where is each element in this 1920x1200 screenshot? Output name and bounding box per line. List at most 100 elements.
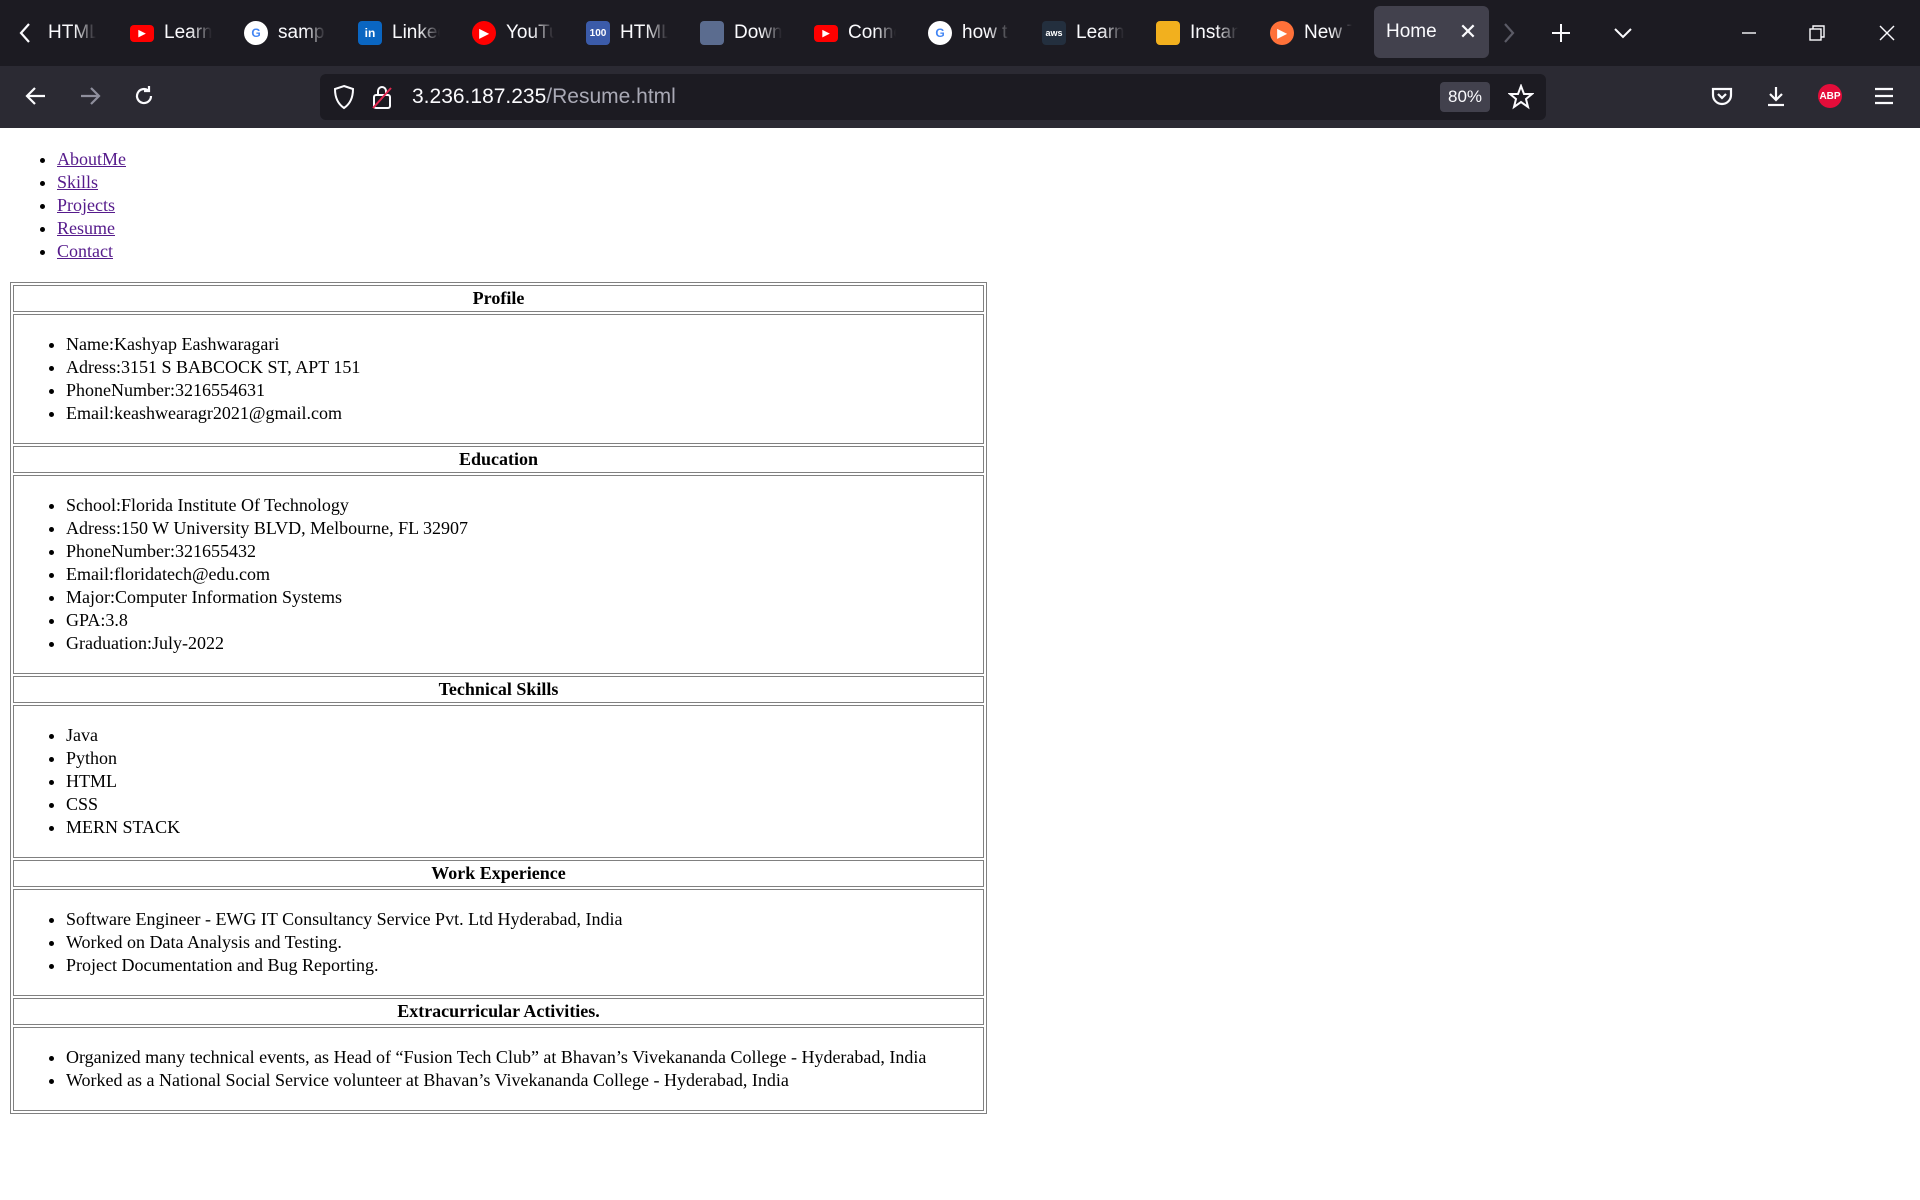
arrow-right-icon <box>81 87 101 105</box>
chevron-right-icon <box>1504 23 1515 43</box>
tab-3[interactable]: in Linked <box>358 0 440 66</box>
tab-8[interactable]: Ghow t <box>928 0 1010 66</box>
section-list: School:Florida Institute Of TechnologyAd… <box>14 494 983 655</box>
list-item: Major:Computer Information Systems <box>66 586 983 609</box>
section-body: Software Engineer - EWG IT Consultancy S… <box>13 889 984 996</box>
plus-icon <box>1552 24 1570 42</box>
url-bar[interactable]: 3.236.187.235/Resume.html 80% <box>320 74 1546 120</box>
section-heading: Education <box>13 446 984 473</box>
list-item: Adress:3151 S BABCOCK ST, APT 151 <box>66 356 983 379</box>
tab-title: Learn <box>164 22 212 43</box>
nav-item: Skills <box>57 171 126 194</box>
restore-window-button[interactable] <box>1792 0 1842 66</box>
bookmark-star-icon[interactable] <box>1508 84 1534 110</box>
nav-item: Resume <box>57 217 126 240</box>
forward-button[interactable] <box>68 74 112 118</box>
google-icon: G <box>928 21 952 45</box>
arrow-left-icon <box>25 87 45 105</box>
tab-7[interactable]: ▶ Conne <box>814 0 896 66</box>
tab-home-active[interactable]: Home ✕ <box>1374 6 1490 58</box>
nav-link-aboutme[interactable]: AboutMe <box>57 149 126 169</box>
tab-10[interactable]: Instan <box>1156 0 1238 66</box>
close-tab-icon[interactable]: ✕ <box>1459 19 1477 45</box>
list-item: Graduation:July-2022 <box>66 632 983 655</box>
list-item: School:Florida Institute Of Technology <box>66 494 983 517</box>
section-body: Name:Kashyap EashwaragariAdress:3151 S B… <box>13 314 984 444</box>
insecure-lock-icon[interactable] <box>370 83 394 111</box>
list-item: Adress:150 W University BLVD, Melbourne,… <box>66 517 983 540</box>
list-item: HTML <box>66 770 983 793</box>
nav-link-contact[interactable]: Contact <box>57 241 113 261</box>
section-list: Software Engineer - EWG IT Consultancy S… <box>14 908 983 977</box>
url-path: /Resume.html <box>546 85 676 108</box>
downloads-button[interactable] <box>1754 74 1798 118</box>
adblock-plus-button[interactable]: ABP <box>1808 74 1852 118</box>
w3-100-icon: 100 <box>586 21 610 45</box>
tab-title: HTML <box>48 22 96 43</box>
box-icon <box>1156 21 1180 45</box>
section-heading: Extracurricular Activities. <box>13 998 984 1025</box>
url-text[interactable]: 3.236.187.235/Resume.html <box>412 85 676 109</box>
tab-6[interactable]: Downl <box>700 0 782 66</box>
download-icon <box>1768 87 1784 107</box>
reload-icon <box>135 86 153 105</box>
list-item: Python <box>66 747 983 770</box>
page-content: AboutMe Skills Projects Resume Contact Profi… <box>0 128 1920 1200</box>
tab-title: how t <box>962 22 1008 43</box>
resume-table: Profile Name:Kashyap EashwaragariAdress:3… <box>10 282 987 1114</box>
tab-2[interactable]: Gsampl <box>244 0 326 66</box>
aws-icon: aws <box>1042 21 1066 45</box>
zoom-level-button[interactable]: 80% <box>1440 82 1491 112</box>
list-item: Organized many technical events, as Head… <box>66 1046 983 1069</box>
scroll-tabs-right-button[interactable] <box>1484 0 1534 66</box>
list-item: Project Documentation and Bug Reporting. <box>66 954 983 977</box>
tab-title: Learn <box>1076 22 1124 43</box>
tab-0[interactable]: HTML <box>48 0 96 66</box>
section-list: Name:Kashyap EashwaragariAdress:3151 S B… <box>14 333 983 425</box>
tab-5[interactable]: 100 HTML <box>586 0 668 66</box>
list-item: Email:keashwearagr2021@gmail.com <box>66 402 983 425</box>
nav-link-resume[interactable]: Resume <box>57 218 115 238</box>
tracking-protection-shield-icon[interactable] <box>332 84 356 110</box>
app-menu-button[interactable] <box>1862 74 1906 118</box>
nav-link-skills[interactable]: Skills <box>57 172 98 192</box>
adblock-plus-icon: ABP <box>1818 84 1842 108</box>
nav-item: Projects <box>57 194 126 217</box>
chevron-left-icon <box>19 23 30 43</box>
list-item: Software Engineer - EWG IT Consultancy S… <box>66 908 983 931</box>
site-navigation: AboutMe Skills Projects Resume Contact <box>0 148 126 263</box>
minimize-icon <box>1742 32 1756 34</box>
tab-title: Home <box>1386 21 1437 42</box>
tab-title: sampl <box>278 22 326 43</box>
youtube-icon: ▶ <box>130 24 154 42</box>
section-list: JavaPythonHTMLCSSMERN STACK <box>14 724 983 839</box>
download-site-icon <box>700 21 724 45</box>
tab-9[interactable]: aws Learn <box>1042 0 1124 66</box>
section-heading: Profile <box>13 285 984 312</box>
close-window-button[interactable] <box>1862 0 1912 66</box>
tab-title: YouTu <box>506 22 554 43</box>
nav-link-projects[interactable]: Projects <box>57 195 115 215</box>
list-item: PhoneNumber:321655432 <box>66 540 983 563</box>
section-body: School:Florida Institute Of TechnologyAd… <box>13 475 984 674</box>
new-tab-button[interactable] <box>1536 0 1586 66</box>
reload-button[interactable] <box>122 74 166 118</box>
minimize-window-button[interactable] <box>1724 0 1774 66</box>
list-item: GPA:3.8 <box>66 609 983 632</box>
back-button[interactable] <box>14 74 58 118</box>
chevron-down-icon <box>1614 28 1632 39</box>
tab-title: Instan <box>1190 22 1238 43</box>
scroll-tabs-left-button[interactable] <box>0 0 50 66</box>
list-item: Name:Kashyap Eashwaragari <box>66 333 983 356</box>
close-icon <box>1879 25 1895 41</box>
tab-4[interactable]: ▶ YouTu <box>472 0 554 66</box>
list-item: Email:floridatech@edu.com <box>66 563 983 586</box>
tab-11[interactable]: ▶ New T <box>1270 0 1352 66</box>
pocket-button[interactable] <box>1700 74 1744 118</box>
nav-item: AboutMe <box>57 148 126 171</box>
tab-1[interactable]: ▶ Learn <box>130 0 212 66</box>
list-item: Worked as a National Social Service volu… <box>66 1069 983 1092</box>
list-all-tabs-button[interactable] <box>1598 0 1648 66</box>
section-heading: Work Experience <box>13 860 984 887</box>
firefox-icon: ▶ <box>1270 21 1294 45</box>
